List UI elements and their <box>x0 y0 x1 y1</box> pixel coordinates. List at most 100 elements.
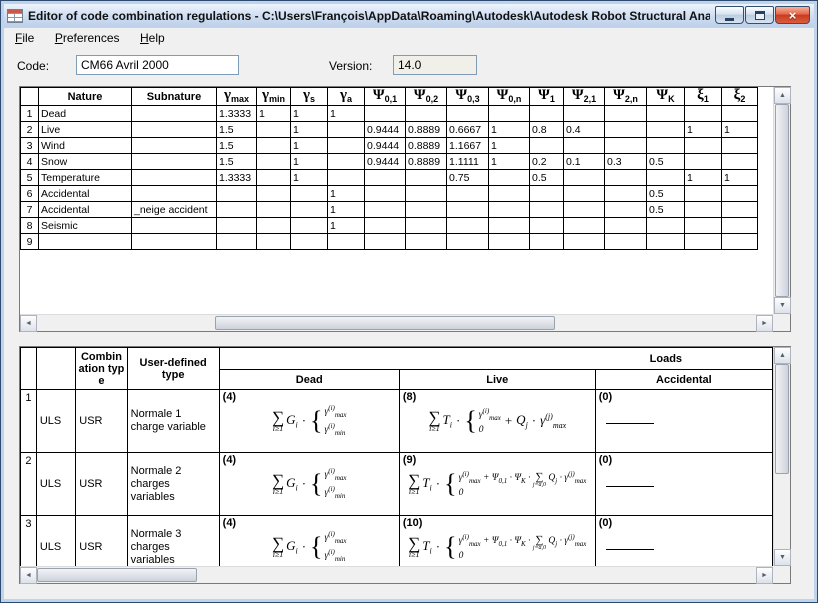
menu-help[interactable]: Help <box>132 28 173 47</box>
grid-cell[interactable]: Live <box>38 121 132 138</box>
grid-cell[interactable] <box>446 217 489 234</box>
load-formula-cell[interactable]: (0) <box>594 515 773 566</box>
grid-cell[interactable] <box>327 137 365 154</box>
load-formula-cell[interactable]: (10) ∑ i≥1 Ti ·{γ(i)max + Ψ0,1 · ΨK · ∑ j=a,0… <box>398 515 596 566</box>
grid-cell[interactable] <box>604 201 647 218</box>
grid-cell[interactable] <box>131 185 217 202</box>
combinations-vertical-scrollbar[interactable]: ▲ ▼ <box>773 347 791 566</box>
grid-cell[interactable] <box>405 233 447 250</box>
grid-cell[interactable] <box>563 217 605 234</box>
scroll-up-icon[interactable]: ▲ <box>774 87 791 104</box>
grid-cell[interactable] <box>256 217 291 234</box>
grid-cell[interactable] <box>364 105 406 122</box>
grid-cell[interactable] <box>488 233 530 250</box>
limit-state-cell[interactable]: ULS <box>35 452 77 516</box>
grid-cell[interactable] <box>604 169 647 186</box>
grid-cell[interactable]: Wind <box>38 137 132 154</box>
load-formula-cell[interactable]: (8) ∑ i≥1 Ti ·{γ(i)max 0 + Qj · γ(j)max <box>398 389 596 453</box>
row-header[interactable]: 1 <box>20 389 37 453</box>
grid-cell[interactable] <box>529 137 564 154</box>
grid-cell[interactable] <box>216 201 257 218</box>
grid-cell[interactable] <box>721 185 758 202</box>
grid-cell[interactable]: 0.5 <box>646 153 685 170</box>
grid-cell[interactable]: 0.6667 <box>446 121 489 138</box>
grid-cell[interactable] <box>38 233 132 250</box>
grid-cell[interactable]: 0.8889 <box>405 121 447 138</box>
grid-cell[interactable] <box>684 201 722 218</box>
grid-cell[interactable] <box>646 137 685 154</box>
grid-cell[interactable] <box>364 217 406 234</box>
grid-cell[interactable]: Accidental <box>38 185 132 202</box>
grid-cell[interactable]: 0.5 <box>646 185 685 202</box>
scroll-up-icon[interactable]: ▲ <box>774 347 791 364</box>
grid-cell[interactable] <box>684 105 722 122</box>
code-input[interactable] <box>76 55 239 75</box>
grid-cell[interactable]: 0.1 <box>563 153 605 170</box>
grid-cell[interactable] <box>364 233 406 250</box>
grid-cell[interactable] <box>216 233 257 250</box>
grid-cell[interactable]: 0.8889 <box>405 153 447 170</box>
grid-cell[interactable] <box>327 121 365 138</box>
grid-cell[interactable] <box>529 105 564 122</box>
grid-cell[interactable] <box>563 169 605 186</box>
row-header[interactable]: 6 <box>20 185 39 202</box>
row-header[interactable]: 9 <box>20 233 39 250</box>
grid-cell[interactable] <box>364 201 406 218</box>
grid-cell[interactable]: 0.8889 <box>405 137 447 154</box>
grid-cell[interactable]: 1 <box>721 121 758 138</box>
grid-cell[interactable]: 1 <box>327 201 365 218</box>
maximize-button[interactable] <box>745 6 774 24</box>
scroll-left-icon[interactable]: ◄ <box>20 315 37 332</box>
row-header[interactable]: 7 <box>20 201 39 218</box>
grid-cell[interactable] <box>604 185 647 202</box>
grid-cell[interactable]: 1 <box>290 153 328 170</box>
grid-cell[interactable] <box>488 217 530 234</box>
grid-cell[interactable] <box>684 233 722 250</box>
grid-cell[interactable] <box>488 169 530 186</box>
grid-cell[interactable] <box>131 217 217 234</box>
grid-cell[interactable]: 0.9444 <box>364 121 406 138</box>
scroll-right-icon[interactable]: ► <box>756 315 773 332</box>
grid-cell[interactable] <box>364 185 406 202</box>
grid-cell[interactable]: 1 <box>327 105 365 122</box>
grid-cell[interactable] <box>446 201 489 218</box>
grid-cell[interactable] <box>256 121 291 138</box>
grid-cell[interactable] <box>327 169 365 186</box>
grid-cell[interactable] <box>646 233 685 250</box>
grid-cell[interactable]: 0.4 <box>563 121 605 138</box>
grid-cell[interactable]: 1 <box>290 121 328 138</box>
grid-cell[interactable] <box>563 233 605 250</box>
scrollbar-thumb[interactable] <box>775 364 789 474</box>
grid-cell[interactable] <box>563 105 605 122</box>
row-header[interactable]: 5 <box>20 169 39 186</box>
grid-cell[interactable]: Snow <box>38 153 132 170</box>
grid-cell[interactable] <box>290 233 328 250</box>
grid-cell[interactable] <box>721 105 758 122</box>
grid-cell[interactable] <box>684 185 722 202</box>
user-defined-type-cell[interactable]: Normale 1 charge variable <box>126 389 220 453</box>
grid-cell[interactable] <box>364 169 406 186</box>
row-header[interactable]: 8 <box>20 217 39 234</box>
grid-cell[interactable]: Dead <box>38 105 132 122</box>
load-formula-cell[interactable]: (4) ∑ i≥1 Gi ·{γ(i)max γ(i)min <box>218 389 400 453</box>
grid-cell[interactable] <box>684 137 722 154</box>
grid-cell[interactable] <box>131 233 217 250</box>
grid-cell[interactable] <box>721 217 758 234</box>
row-header[interactable]: 3 <box>20 515 37 566</box>
grid-cell[interactable] <box>604 137 647 154</box>
grid-cell[interactable] <box>290 217 328 234</box>
grid-cell[interactable]: 1.5 <box>216 121 257 138</box>
grid-cell[interactable] <box>256 137 291 154</box>
grid-cell[interactable] <box>405 185 447 202</box>
scroll-left-icon[interactable]: ◄ <box>20 567 37 584</box>
grid-cell[interactable]: 1 <box>488 121 530 138</box>
grid-cell[interactable]: 0.75 <box>446 169 489 186</box>
grid-cell[interactable] <box>684 153 722 170</box>
grid-cell[interactable] <box>446 105 489 122</box>
grid-cell[interactable] <box>131 121 217 138</box>
grid-cell[interactable]: 0.5 <box>529 169 564 186</box>
grid-cell[interactable]: 1.1111 <box>446 153 489 170</box>
grid-cell[interactable] <box>290 185 328 202</box>
grid-cell[interactable]: Temperature <box>38 169 132 186</box>
minimize-button[interactable] <box>715 6 744 24</box>
